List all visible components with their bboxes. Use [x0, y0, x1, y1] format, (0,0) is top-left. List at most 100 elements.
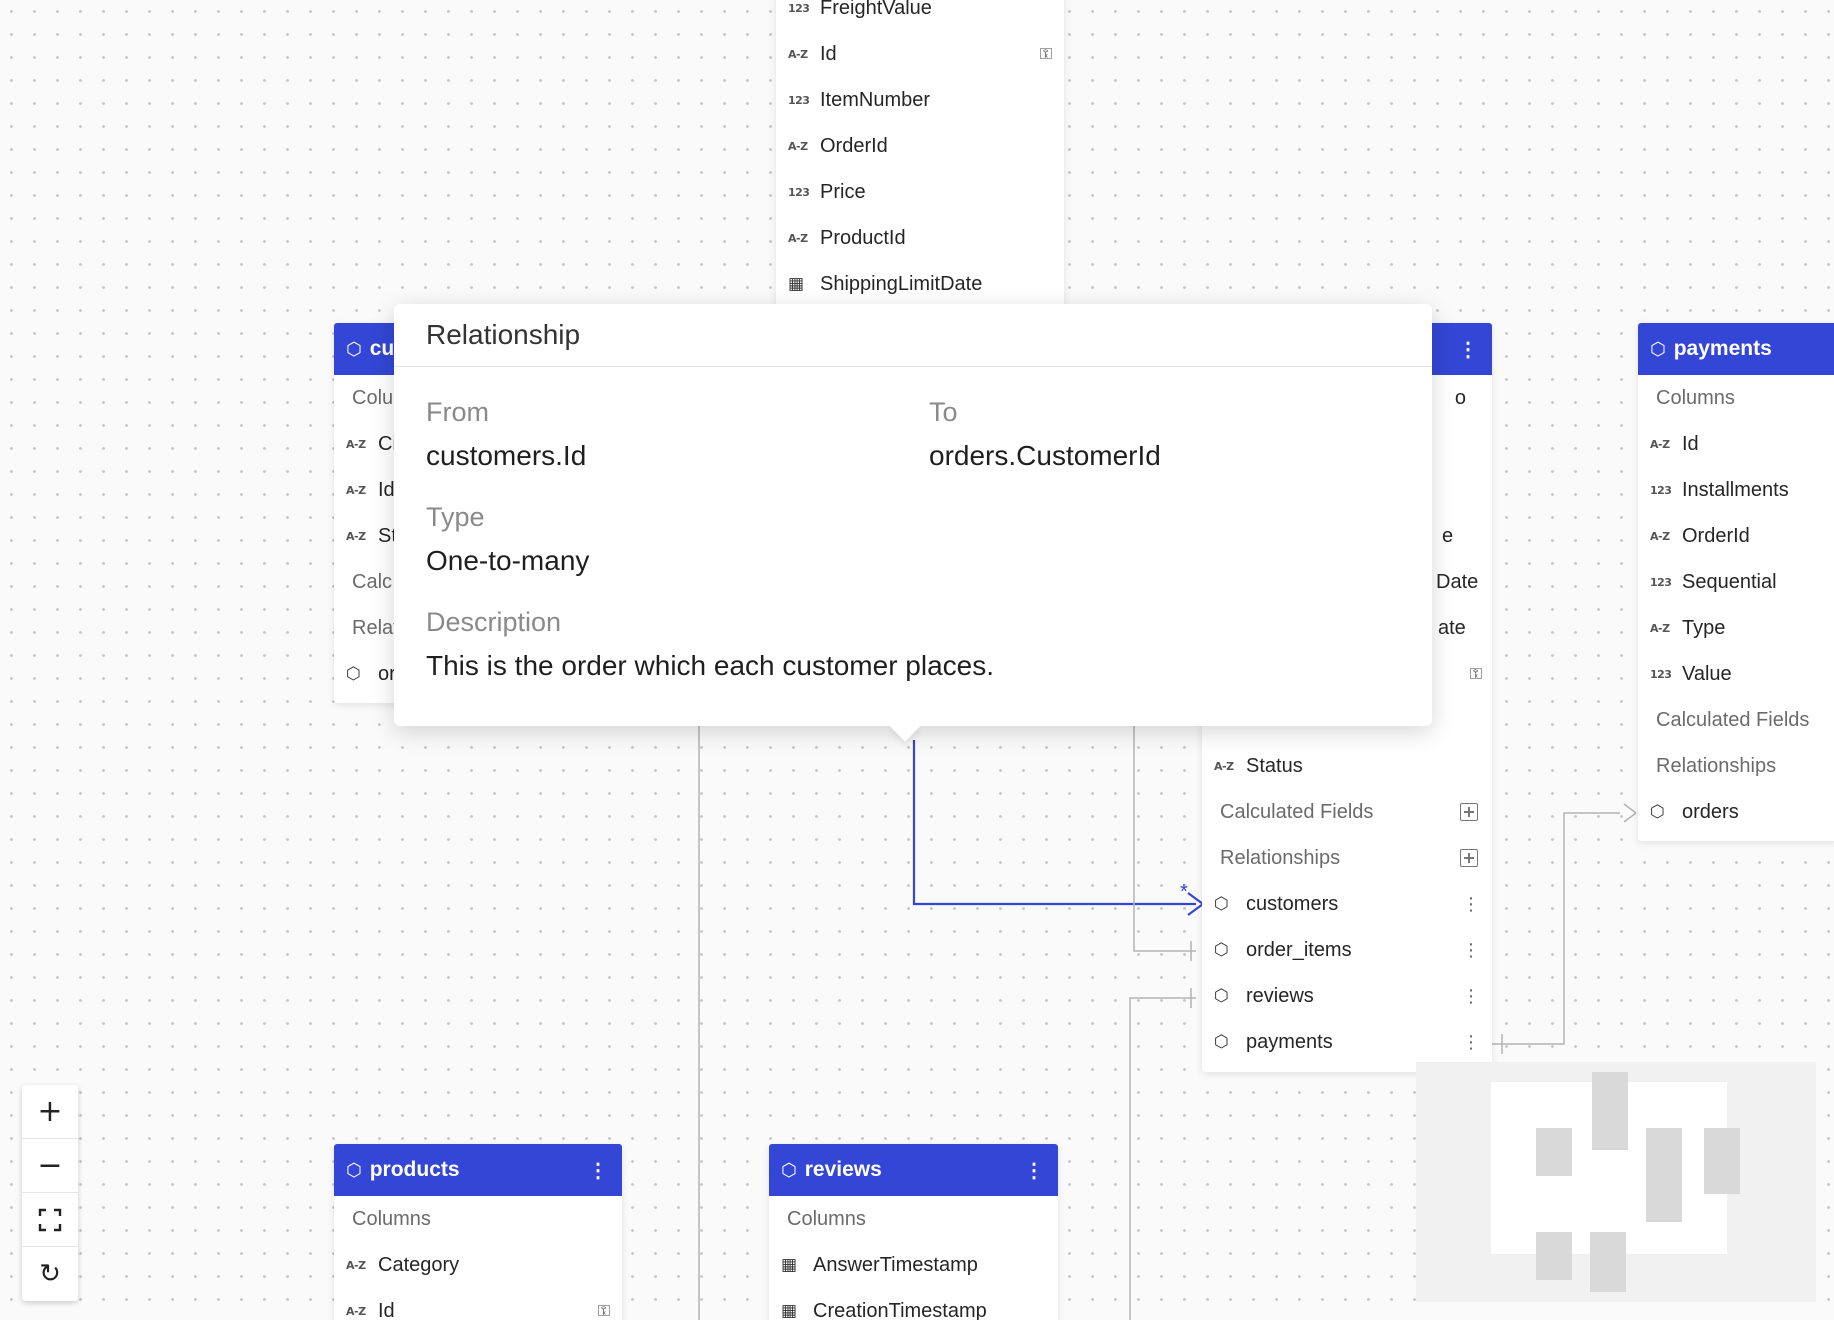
- table-header[interactable]: ⬡ reviews ⋮: [769, 1144, 1058, 1196]
- more-vertical-icon[interactable]: ⋮: [1458, 337, 1478, 362]
- relationship-row-orders[interactable]: ⬡ orders: [1638, 789, 1834, 835]
- calendar-icon: ▦: [781, 1255, 797, 1275]
- key-icon: ⚿: [1469, 664, 1482, 683]
- column-row[interactable]: A-Z Type: [1638, 605, 1834, 651]
- text-type-icon: A-Z: [346, 529, 366, 543]
- column-row[interactable]: 123 Installments: [1638, 467, 1834, 513]
- type-field: Type One-to-many: [426, 502, 589, 577]
- popover-title: Relationship: [394, 304, 1432, 367]
- minimap-node: [1646, 1128, 1682, 1222]
- minimap-node: [1704, 1128, 1740, 1194]
- edge-many-marker: *: [1180, 881, 1188, 903]
- add-relationship-icon[interactable]: [1460, 849, 1478, 867]
- text-type-icon: A-Z: [346, 437, 366, 451]
- text-type-icon: A-Z: [346, 1304, 366, 1318]
- column-row[interactable]: 123 FreightValue: [776, 0, 1064, 31]
- diagram-canvas[interactable]: * 123 FreightValue A-Z Id ⚿ 123 ItemNumb…: [0, 0, 1834, 1320]
- key-icon: ⚿: [1039, 44, 1052, 63]
- number-type-icon: 123: [1650, 667, 1672, 681]
- more-vertical-icon[interactable]: ⋮: [1462, 1032, 1480, 1053]
- relationship-row-order-items[interactable]: ⬡ order_items ⋮: [1202, 927, 1492, 973]
- column-row[interactable]: 123 Sequential: [1638, 559, 1834, 605]
- text-type-icon: A-Z: [788, 47, 808, 61]
- column-row[interactable]: ▦ AnswerTimestamp: [769, 1242, 1058, 1288]
- from-label: From: [426, 397, 489, 427]
- relationships-section-label: Relationships: [1656, 754, 1777, 777]
- crowfoot-many-icon: [1623, 803, 1637, 823]
- table-title: payments: [1673, 337, 1772, 360]
- cube-icon: ⬡: [1650, 338, 1666, 360]
- table-header[interactable]: ⬡ products ⋮: [334, 1144, 622, 1196]
- table-header[interactable]: ⬡ payments: [1638, 323, 1834, 375]
- relationships-section: Relationships: [1202, 835, 1492, 881]
- more-vertical-icon[interactable]: ⋮: [1462, 894, 1480, 915]
- more-vertical-icon[interactable]: ⋮: [1462, 986, 1480, 1007]
- plus-icon: +: [37, 1094, 63, 1129]
- column-row[interactable]: A-Z Category: [334, 1242, 622, 1288]
- description-label: Description: [426, 607, 562, 637]
- column-row[interactable]: 123 Price: [776, 169, 1064, 215]
- column-row[interactable]: 123 Value: [1638, 651, 1834, 697]
- cube-icon: ⬡: [346, 664, 361, 684]
- text-type-icon: A-Z: [346, 1258, 366, 1272]
- add-calculated-field-icon[interactable]: [1460, 803, 1478, 821]
- relationship-row-reviews[interactable]: ⬡ reviews ⋮: [1202, 973, 1492, 1019]
- minimap-node: [1592, 1072, 1628, 1150]
- minimap-node: [1536, 1128, 1572, 1176]
- fit-view-button[interactable]: [22, 1193, 78, 1247]
- column-row[interactable]: A-Z ProductId: [776, 215, 1064, 261]
- minimap-node: [1536, 1232, 1572, 1280]
- type-label: Type: [426, 502, 485, 532]
- column-row[interactable]: A-Z Id ⚿: [334, 1288, 622, 1320]
- zoom-in-button[interactable]: +: [22, 1085, 78, 1139]
- table-title: products: [369, 1158, 460, 1181]
- column-row[interactable]: 123 ItemNumber: [776, 77, 1064, 123]
- cube-icon: ⬡: [1650, 802, 1665, 822]
- cube-icon: ⬡: [346, 338, 362, 360]
- relationship-row-customers[interactable]: ⬡ customers ⋮: [1202, 881, 1492, 927]
- relationship-row-payments[interactable]: ⬡ payments ⋮: [1202, 1019, 1492, 1065]
- column-row[interactable]: A-Z Id ⚿: [776, 31, 1064, 77]
- calculated-fields-section-label: Calculated Fields: [1656, 708, 1810, 731]
- minus-icon: −: [37, 1148, 63, 1183]
- more-vertical-icon[interactable]: ⋮: [588, 1158, 608, 1183]
- column-row[interactable]: A-Z Status: [1202, 743, 1492, 789]
- edge-orders-payments[interactable]: [1490, 812, 1620, 1045]
- cube-icon: ⬡: [1214, 940, 1229, 960]
- refresh-button[interactable]: ↻: [22, 1247, 78, 1301]
- number-type-icon: 123: [788, 185, 810, 199]
- edge-customers-orders-selected[interactable]: [912, 740, 1196, 906]
- table-title: reviews: [804, 1158, 882, 1181]
- text-type-icon: A-Z: [1650, 437, 1670, 451]
- type-value: One-to-many: [426, 545, 590, 576]
- columns-section-label: Columns: [1656, 386, 1735, 409]
- table-payments[interactable]: ⬡ payments Columns A-Z Id 123 Installmen…: [1638, 323, 1834, 841]
- cube-icon: ⬡: [781, 1159, 797, 1181]
- columns-section-label: Columns: [787, 1207, 866, 1230]
- fit-view-icon: [38, 1208, 62, 1231]
- table-products[interactable]: ⬡ products ⋮ Columns A-Z Category A-Z Id…: [334, 1144, 622, 1320]
- edge-orders-reviews[interactable]: [1129, 997, 1196, 1320]
- description-field: Description This is the order which each…: [426, 607, 994, 682]
- column-row[interactable]: ▦ CreationTimestamp: [769, 1288, 1058, 1320]
- minimap[interactable]: [1416, 1062, 1816, 1302]
- cube-icon: ⬡: [1214, 1032, 1229, 1052]
- more-vertical-icon[interactable]: ⋮: [1462, 940, 1480, 961]
- column-row[interactable]: A-Z OrderId: [1638, 513, 1834, 559]
- key-icon: ⚿: [597, 1301, 610, 1320]
- table-reviews[interactable]: ⬡ reviews ⋮ Columns ▦ AnswerTimestamp ▦ …: [769, 1144, 1058, 1320]
- column-row[interactable]: A-Z OrderId: [776, 123, 1064, 169]
- more-vertical-icon[interactable]: ⋮: [1024, 1158, 1044, 1183]
- edge-orders-order-items[interactable]: [1133, 718, 1196, 952]
- cube-icon: ⬡: [346, 1159, 362, 1181]
- column-row[interactable]: A-Z Id: [1638, 421, 1834, 467]
- refresh-icon: ↻: [39, 1259, 61, 1289]
- text-type-icon: A-Z: [346, 483, 366, 497]
- number-type-icon: 123: [788, 93, 810, 107]
- zoom-out-button[interactable]: −: [22, 1139, 78, 1193]
- column-row[interactable]: ▦ ShippingLimitDate: [776, 261, 1064, 307]
- from-value: customers.Id: [426, 440, 587, 471]
- table-order-items[interactable]: 123 FreightValue A-Z Id ⚿ 123 ItemNumber…: [776, 0, 1064, 309]
- to-field: To orders.CustomerId: [929, 397, 1161, 472]
- to-label: To: [929, 397, 958, 427]
